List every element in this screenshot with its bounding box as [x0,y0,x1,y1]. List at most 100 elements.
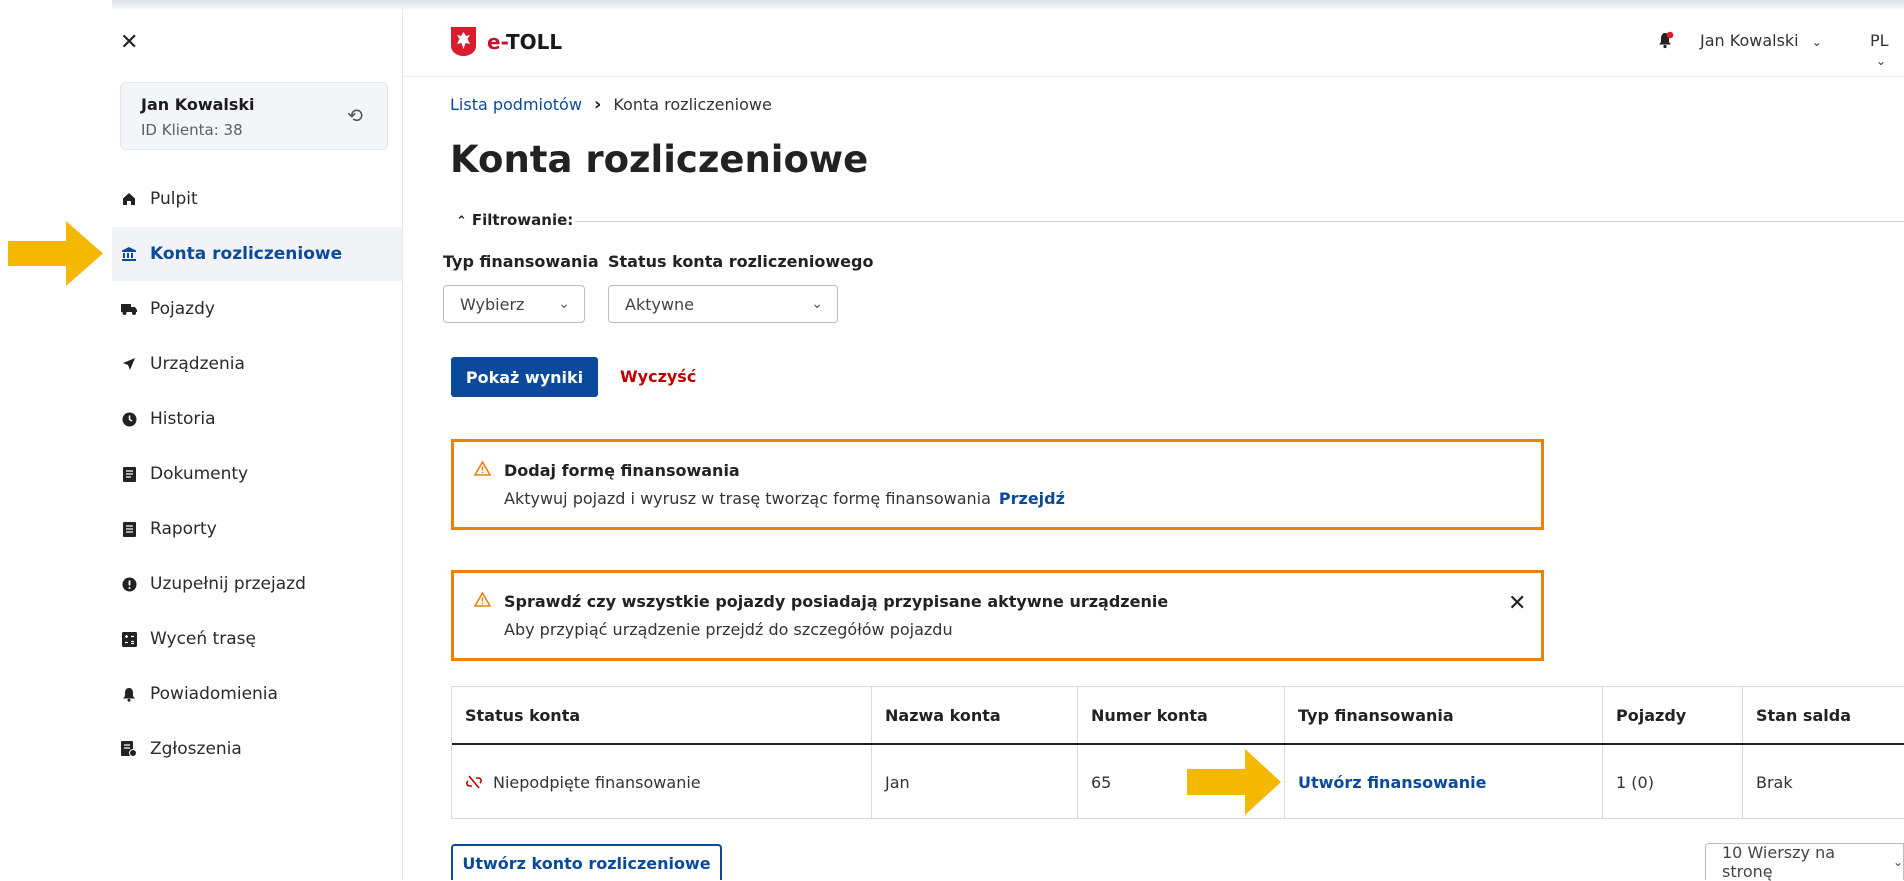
sidebar-item-label: Historia [150,409,216,429]
calculator-icon [120,631,138,647]
outer-background [0,0,112,880]
sidebar-item-label: Wyceń trasę [150,629,256,649]
sidebar-item-powiadomienia[interactable]: Powiadomienia [112,667,402,721]
accounts-table: Status konta Nazwa konta Numer konta Typ… [451,686,1904,819]
cell-status: Niepodpięte finansowanie [452,745,872,819]
column-header-number[interactable]: Numer konta [1078,687,1285,744]
report-icon [120,521,138,537]
notifications-bell-icon[interactable] [1656,30,1676,54]
close-icon[interactable]: ✕ [1508,591,1526,616]
user-menu[interactable]: Jan Kowalski ⌄ [1700,31,1822,50]
alert-circle-icon [120,577,138,592]
chevron-up-icon: ⌃ [456,214,467,229]
alert-title: Sprawdź czy wszystkie pojazdy posiadają … [504,592,1169,611]
go-to-financing-link[interactable]: Przejdź [999,489,1065,508]
cell-vehicles: 1 (0) [1603,745,1743,819]
warning-icon [473,591,492,611]
annotation-arrow-icon [8,221,103,286]
annotation-arrow-icon [1187,749,1281,815]
sidebar-item-dokumenty[interactable]: Dokumenty [112,447,402,501]
unlinked-icon [465,775,483,789]
cell-financing: Utwórz finansowanie [1285,745,1603,819]
language-code: PL [1870,31,1889,50]
sidebar-item-label: Uzupełnij przejazd [150,574,306,594]
language-menu[interactable]: PL ⌄ [1870,31,1904,69]
clock-icon [120,412,138,427]
sidebar-item-label: Urządzenia [150,354,245,374]
filter-toggle-label: Filtrowanie: [471,211,574,229]
account-status-label: Status konta rozliczeniowego [608,252,874,271]
create-financing-link[interactable]: Utwórz finansowanie [1298,773,1486,792]
sidebar-item-wycen-trase[interactable]: Wyceń trasę [112,612,402,666]
alert-text: Aktywuj pojazd i wyrusz w trasę tworząc … [504,489,1065,508]
ticket-icon [120,741,138,757]
financing-type-select[interactable]: Wybierz ⌄ [443,285,585,323]
client-name: Jan Kowalski [141,95,255,114]
browser-top-shadow [112,0,1904,9]
chevron-down-icon: ⌄ [1811,35,1822,49]
breadcrumb-link-lista-podmiotow[interactable]: Lista podmiotów [450,95,582,114]
divider [575,221,1904,222]
sidebar-item-historia[interactable]: Historia [112,392,402,446]
chevron-right-icon: › [593,94,602,115]
sidebar-item-zgloszenia[interactable]: Zgłoszenia [112,722,402,776]
breadcrumb-current: Konta rozliczeniowe [613,95,772,114]
home-icon [120,192,138,206]
breadcrumb: Lista podmiotów › Konta rozliczeniowe [450,94,772,115]
logo-e: e- [487,30,506,54]
alert-message: Aktywuj pojazd i wyrusz w trasę tworząc … [504,489,991,508]
page-title: Konta rozliczeniowe [450,138,869,181]
close-icon[interactable]: ✕ [120,30,138,55]
logo-toll: TOLL [505,30,563,54]
column-header-status[interactable]: Status konta [452,687,872,744]
client-card[interactable]: Jan Kowalski ID Klienta: 38 ⟲ [120,82,388,150]
sidebar-item-konta-rozliczeniowe[interactable]: Konta rozliczeniowe [112,227,402,281]
column-header-financing[interactable]: Typ finansowania [1285,687,1603,744]
sidebar-item-pojazdy[interactable]: Pojazdy [112,282,402,336]
column-header-balance[interactable]: Stan salda [1743,687,1904,744]
sidebar-item-raporty[interactable]: Raporty [112,502,402,556]
app-logo-text[interactable]: e-TOLL [487,30,562,54]
sidebar-item-label: Raporty [150,519,217,539]
switch-account-icon[interactable]: ⟲ [347,105,363,127]
navigation-arrow-icon [120,357,138,371]
sidebar-item-label: Pulpit [150,189,198,209]
chevron-down-icon: ⌄ [1876,54,1887,68]
column-header-vehicles[interactable]: Pojazdy [1603,687,1743,744]
document-icon [120,466,138,482]
chevron-down-icon: ⌄ [811,296,823,312]
alert-text: Aby przypiąć urządzenie przejdź do szcze… [504,620,953,639]
financing-type-value: Wybierz [460,294,525,314]
chevron-down-icon: ⌄ [558,296,570,312]
chevron-down-icon: ⌄ [1892,855,1903,869]
column-header-name[interactable]: Nazwa konta [872,687,1078,744]
create-account-button[interactable]: Utwórz konto rozliczeniowe [451,844,722,880]
cell-balance: Brak [1756,772,1793,792]
rows-per-page-value: 10 Wierszy na stronę [1722,843,1836,881]
user-name: Jan Kowalski [1700,31,1799,50]
status-text: Niepodpięte finansowanie [493,772,701,792]
sidebar-item-urzadzenia[interactable]: Urządzenia [112,337,402,391]
cell-name: Jan [872,745,1078,819]
bell-icon [120,687,138,702]
sidebar-item-label: Konta rozliczeniowe [150,244,343,264]
sidebar-item-label: Zgłoszenia [150,739,242,759]
bank-icon [120,246,138,262]
warning-icon [473,460,492,480]
filter-toggle[interactable]: ⌃ Filtrowanie: [456,211,573,229]
alert-add-financing: Dodaj formę finansowania Aktywuj pojazd … [451,439,1544,530]
sidebar-item-uzupelnij-przejazd[interactable]: Uzupełnij przejazd [112,557,402,611]
clear-filters-button[interactable]: Wyczyść [620,367,696,386]
top-header [403,9,1904,77]
sidebar-item-label: Pojazdy [150,299,215,319]
financing-type-label: Typ finansowania [443,252,599,271]
account-status-select[interactable]: Aktywne ⌄ [608,285,838,323]
rows-per-page-select[interactable]: 10 Wierszy na stronę ⌄ [1705,843,1904,881]
client-id: ID Klienta: 38 [141,121,243,139]
sidebar-item-label: Dokumenty [150,464,249,484]
account-status-value: Aktywne [625,294,695,314]
show-results-button[interactable]: Pokaż wyniki [451,357,598,397]
alert-check-devices: Sprawdź czy wszystkie pojazdy posiadają … [451,570,1544,661]
sidebar-item-pulpit[interactable]: Pulpit [112,172,402,226]
sidebar-item-label: Powiadomienia [150,684,278,704]
